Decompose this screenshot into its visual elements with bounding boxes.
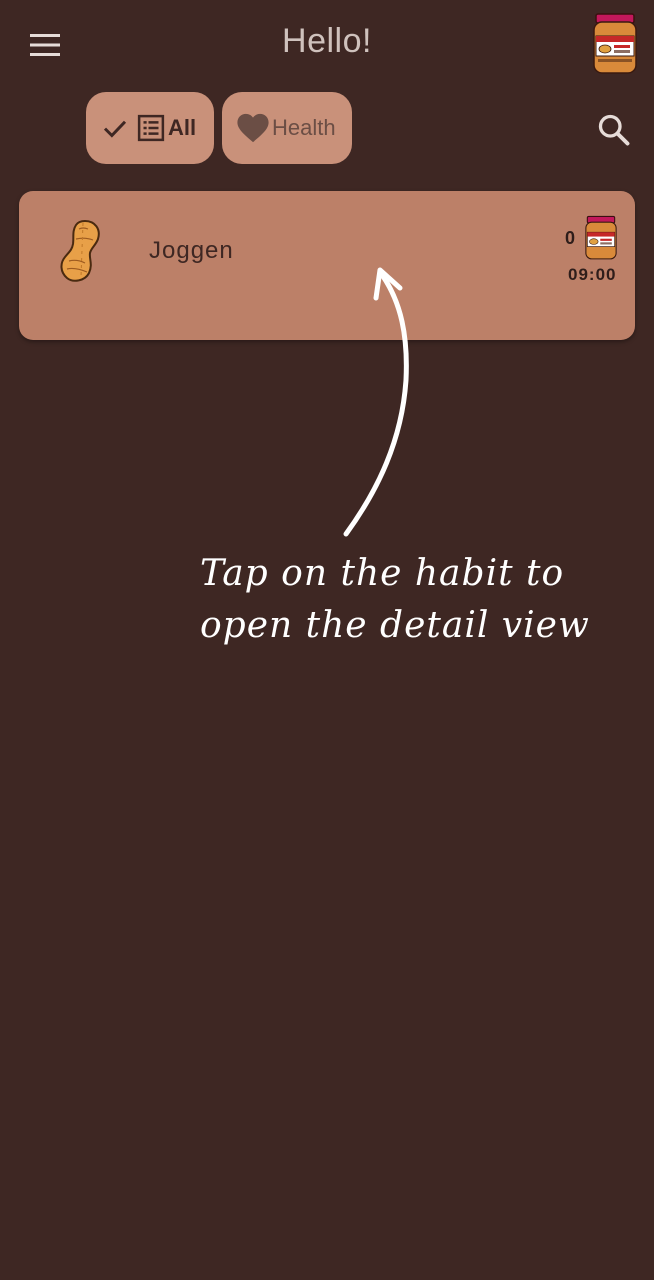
onboarding-hint: Tap on the habit to open the detail view	[200, 548, 620, 652]
hint-arrow-icon	[343, 267, 409, 537]
filter-chip-health[interactable]: Health	[222, 92, 352, 164]
habit-card[interactable]: Joggen 0 09:00	[19, 191, 635, 340]
search-button[interactable]	[596, 112, 632, 148]
page-title: Hello!	[282, 22, 372, 60]
filter-chip-all-label: All	[168, 115, 197, 140]
search-icon	[598, 114, 630, 146]
filter-chips: All Health	[86, 92, 352, 164]
profile-jar-button[interactable]	[590, 12, 640, 76]
check-icon	[103, 120, 127, 138]
habit-streak-count: 0	[565, 228, 576, 248]
onboarding-hint-line-2: open the detail view	[200, 605, 590, 646]
list-icon	[137, 114, 165, 142]
peanut-butter-jar-icon	[593, 13, 637, 74]
app-bar: Hello!	[0, 0, 654, 88]
filter-chip-all[interactable]: All	[86, 92, 214, 164]
filter-chip-health-label: Health	[272, 115, 336, 140]
peanut-icon	[60, 219, 100, 282]
onboarding-hint-line-1: Tap on the habit to	[200, 553, 565, 594]
habit-time: 09:00	[568, 265, 617, 284]
habit-name: Joggen	[149, 237, 234, 264]
peanut-butter-jar-icon	[585, 215, 617, 260]
heart-icon	[237, 113, 269, 143]
